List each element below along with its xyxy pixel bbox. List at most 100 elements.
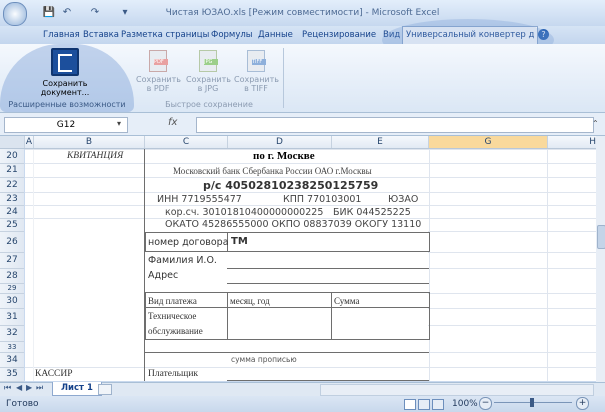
gridline: [25, 163, 596, 164]
row-header[interactable]: 23: [0, 193, 24, 206]
payment-col-divider: [331, 292, 332, 339]
save-document-icon: [51, 48, 79, 76]
row-header[interactable]: 32: [0, 326, 24, 342]
zoom-in-icon[interactable]: +: [576, 397, 589, 410]
row-header[interactable]: 35: [0, 368, 24, 382]
save-tiff-button[interactable]: TIFF Сохранить в TIFF: [234, 50, 279, 98]
zoom-slider-thumb[interactable]: [530, 398, 534, 407]
sheet-tab-list1[interactable]: Лист 1: [52, 382, 102, 396]
address-label: Адрес: [148, 270, 179, 281]
save-pdf-label: Сохранить в PDF: [136, 75, 181, 93]
gridline: [33, 149, 34, 381]
gridline: [428, 231, 596, 232]
save-pdf-button[interactable]: PDF Сохранить в PDF: [136, 50, 181, 98]
view-page-layout-icon[interactable]: [418, 399, 430, 410]
tab-formulas[interactable]: Формулы: [208, 27, 256, 43]
contract-label: номер договора: [148, 237, 229, 248]
select-all-corner[interactable]: [0, 136, 25, 148]
column-header-h[interactable]: H: [548, 136, 597, 148]
save-document-button[interactable]: Сохранить документ...: [40, 48, 90, 100]
row-header[interactable]: 20: [0, 149, 24, 164]
inn: ИНН 7719555477: [157, 194, 242, 205]
zoom-out-icon[interactable]: −: [479, 397, 492, 410]
new-sheet-icon[interactable]: [98, 384, 112, 395]
okato: ОКАТО 45286555000 ОКПО 08837039 ОКОГУ 13…: [165, 219, 422, 230]
yuzao: ЮЗАО: [388, 194, 419, 205]
tab-review[interactable]: Рецензирование: [299, 27, 379, 43]
sum-label: Сумма: [334, 296, 360, 306]
row-header[interactable]: 30: [0, 294, 24, 309]
tab-home[interactable]: Главная: [40, 27, 83, 43]
gridline: [25, 177, 596, 178]
contract-value[interactable]: ТМ: [231, 236, 248, 247]
gridline: [547, 149, 548, 381]
column-header-b[interactable]: B: [34, 136, 145, 148]
name-box[interactable]: G12: [4, 117, 128, 133]
status-bar: [0, 396, 605, 412]
save-jpg-label: Сохранить в JPG: [186, 75, 231, 93]
column-header-e[interactable]: E: [332, 136, 429, 148]
name-box-dropdown-icon[interactable]: ▾: [117, 119, 121, 128]
gridline: [25, 367, 596, 368]
column-header-c[interactable]: C: [145, 136, 228, 148]
row-header[interactable]: 21: [0, 164, 24, 178]
gridline: [428, 252, 596, 253]
fio-underline: [227, 268, 429, 269]
row-header[interactable]: 28: [0, 269, 24, 284]
column-header-d[interactable]: D: [228, 136, 332, 148]
row-header[interactable]: 29: [0, 284, 24, 294]
row-header[interactable]: 22: [0, 178, 24, 193]
receipt-divider: [144, 149, 145, 381]
vertical-scrollbar[interactable]: [596, 136, 605, 382]
save-document-label: Сохранить документ...: [40, 79, 90, 97]
kassir-label: КАССИР: [35, 369, 73, 379]
bik: БИК 044525225: [333, 207, 411, 218]
column-header-a[interactable]: A: [25, 136, 34, 148]
gridline: [428, 293, 596, 294]
tab-data[interactable]: Данные: [255, 27, 296, 43]
scroll-thumb[interactable]: [597, 225, 605, 249]
sheet-nav-prev-icon[interactable]: ◀: [16, 383, 22, 392]
formula-expand-icon[interactable]: ⌃: [592, 119, 599, 128]
row-header[interactable]: 24: [0, 206, 24, 219]
row-header[interactable]: 27: [0, 253, 24, 269]
sheet-nav-next-icon[interactable]: ▶: [26, 383, 32, 392]
gridline: [25, 205, 596, 206]
row-header[interactable]: 34: [0, 353, 24, 368]
fx-icon[interactable]: fx: [168, 117, 194, 131]
save-jpg-button[interactable]: JPG Сохранить в JPG: [186, 50, 231, 98]
month-year-label: месяц, год: [230, 296, 270, 306]
gridline: [25, 192, 596, 193]
row-header[interactable]: 25: [0, 219, 24, 232]
kvitanciya-label: КВИТАНЦИЯ: [67, 151, 124, 161]
fio-label: Фамилия И.О.: [148, 255, 217, 266]
row-header[interactable]: 26: [0, 232, 24, 253]
bank-account: р/с 40502810238250125759: [203, 179, 379, 192]
zoom-level[interactable]: 100%: [452, 399, 478, 409]
tab-page-layout[interactable]: Разметка страницы: [118, 27, 212, 43]
gridline: [428, 268, 596, 269]
view-normal-icon[interactable]: [404, 399, 416, 410]
view-page-break-icon[interactable]: [432, 399, 444, 410]
sheet-nav-first-icon[interactable]: ⏮: [4, 383, 11, 393]
row-header[interactable]: 31: [0, 309, 24, 326]
sheet-grid[interactable]: КВИТАНЦИЯ по г. Москве Московский банк С…: [25, 149, 596, 381]
formula-input[interactable]: [196, 117, 594, 133]
tech-service-line2: обслуживание: [148, 326, 203, 336]
group-divider: [283, 48, 284, 108]
kpp: КПП 770103001: [283, 194, 362, 205]
column-header-g[interactable]: G: [429, 136, 548, 148]
sum-words-label: сумма прописью: [231, 355, 297, 364]
payment-table-divider: [145, 307, 429, 308]
group-advanced-label: Расширенные возможности: [8, 100, 126, 109]
sheet-nav-last-icon[interactable]: ⏭: [36, 383, 43, 393]
gridline: [428, 352, 596, 353]
korr-account: кор.сч. 30101810400000000225: [165, 207, 324, 218]
horizontal-scrollbar[interactable]: [320, 384, 594, 396]
gridline: [429, 149, 430, 381]
payment-type-label: Вид платежа: [148, 296, 197, 306]
row-header[interactable]: 33: [0, 342, 24, 353]
gridline: [428, 308, 596, 309]
sum-words-line: [145, 352, 429, 353]
tab-insert[interactable]: Вставка: [80, 27, 122, 43]
